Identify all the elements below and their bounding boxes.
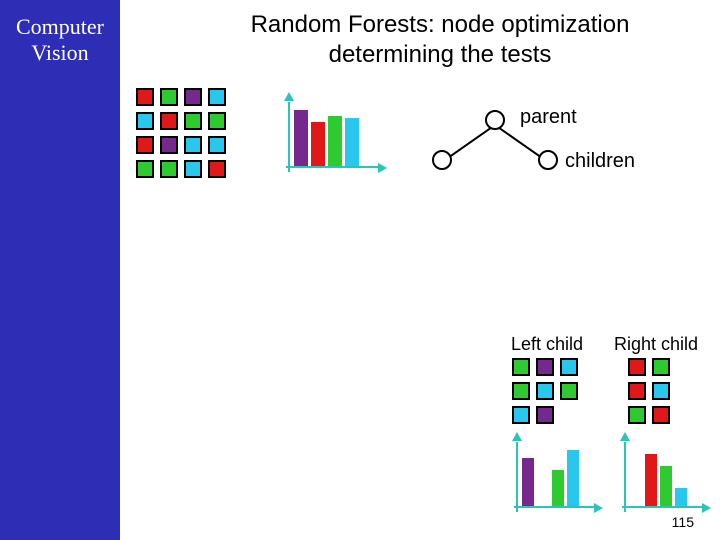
data-square: [160, 88, 178, 106]
histogram-bar: [294, 110, 308, 166]
axis-y-icon: [288, 102, 290, 172]
data-square: [136, 88, 154, 106]
sidebar-title-line2: Vision: [31, 40, 88, 65]
histogram-bar: [552, 470, 564, 506]
data-square: [136, 136, 154, 154]
data-square: [512, 382, 530, 400]
sidebar-title-line1: Computer: [16, 14, 104, 39]
data-square: [136, 112, 154, 130]
histogram-bar: [345, 118, 359, 166]
histogram-right-child: [614, 436, 710, 514]
data-square: [160, 160, 178, 178]
page-number: 115: [672, 514, 694, 530]
tree-node-left: [432, 150, 452, 170]
arrow-up-icon: [620, 432, 630, 441]
data-square: [652, 358, 670, 376]
histogram-bar: [311, 122, 325, 166]
data-square: [652, 382, 670, 400]
label-left-child: Left child: [511, 334, 583, 355]
axis-x-icon: [286, 166, 378, 168]
title-line1: Random Forests: node optimization: [251, 11, 630, 38]
data-square-empty: [560, 406, 578, 424]
page-title: Random Forests: node optimization determ…: [160, 10, 720, 70]
sidebar: Computer Vision: [0, 0, 120, 540]
arrow-up-icon: [512, 432, 522, 441]
axis-y-icon: [516, 442, 518, 512]
histogram-bar: [567, 450, 579, 506]
data-square: [184, 160, 202, 178]
axis-y-icon: [624, 442, 626, 512]
data-square: [184, 112, 202, 130]
tree-node-right: [538, 150, 558, 170]
data-square: [208, 160, 226, 178]
data-square: [208, 136, 226, 154]
arrow-up-icon: [284, 92, 294, 101]
data-square: [536, 382, 554, 400]
histogram-bar: [675, 488, 687, 506]
data-square: [536, 406, 554, 424]
title-line2: determining the tests: [329, 41, 552, 68]
data-grid-left-child: [512, 358, 578, 424]
axis-x-icon: [514, 506, 594, 508]
data-square: [560, 358, 578, 376]
data-square: [208, 112, 226, 130]
histogram-left-child: [506, 436, 602, 514]
histogram-bar: [522, 458, 534, 506]
histogram-bar: [660, 466, 672, 506]
tree-node-parent: [485, 110, 505, 130]
data-square: [160, 136, 178, 154]
arrow-right-icon: [702, 503, 711, 513]
data-square: [560, 382, 578, 400]
label-children: children: [565, 150, 635, 173]
data-grid-parent: [136, 88, 226, 178]
data-square: [628, 382, 646, 400]
axis-x-icon: [622, 506, 702, 508]
data-square: [536, 358, 554, 376]
arrow-right-icon: [594, 503, 603, 513]
histogram-bar: [328, 116, 342, 166]
data-grid-right-child: [628, 358, 670, 424]
data-square: [628, 406, 646, 424]
histogram-parent: [278, 96, 388, 174]
arrow-right-icon: [378, 163, 387, 173]
data-square: [184, 88, 202, 106]
histogram-bar: [645, 454, 657, 506]
data-square: [652, 406, 670, 424]
data-square: [136, 160, 154, 178]
data-square: [184, 136, 202, 154]
data-square: [160, 112, 178, 130]
data-square: [512, 358, 530, 376]
data-square: [512, 406, 530, 424]
data-square: [628, 358, 646, 376]
sidebar-title: Computer Vision: [0, 14, 120, 67]
label-right-child: Right child: [614, 334, 698, 355]
data-square: [208, 88, 226, 106]
label-parent: parent: [520, 106, 577, 129]
